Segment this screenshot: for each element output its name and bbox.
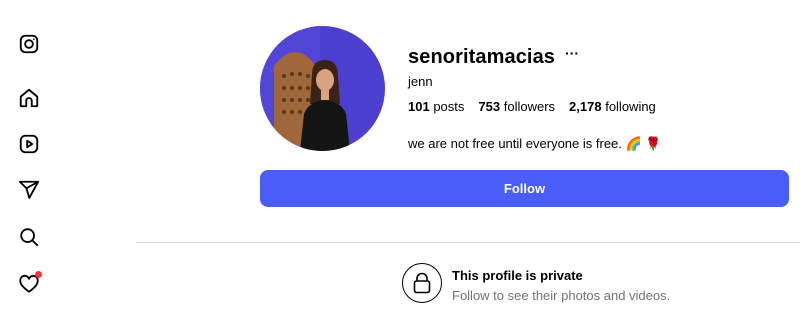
followers-label: followers bbox=[503, 99, 556, 114]
send-icon[interactable] bbox=[17, 178, 41, 202]
posts-count: 101 bbox=[408, 99, 430, 114]
followers-stat[interactable]: 753 followers bbox=[478, 99, 555, 114]
username-row: senoritamacias ··· bbox=[408, 44, 798, 70]
sidebar bbox=[0, 0, 58, 316]
private-title: This profile is private bbox=[452, 268, 583, 283]
following-count: 2,178 bbox=[569, 99, 602, 114]
divider bbox=[136, 242, 800, 243]
private-subtitle: Follow to see their photos and videos. bbox=[452, 288, 671, 303]
bio: we are not free until everyone is free. … bbox=[408, 136, 662, 151]
lock-icon bbox=[402, 263, 442, 303]
followers-count: 753 bbox=[478, 99, 501, 114]
posts-label: posts bbox=[433, 99, 465, 114]
profile-stats: 101 posts 753 followers 2,178 following bbox=[408, 99, 798, 114]
home-icon[interactable] bbox=[17, 86, 41, 110]
following-label: following bbox=[605, 99, 656, 114]
search-icon[interactable] bbox=[17, 225, 41, 249]
profile-info: senoritamacias ··· jenn 101 posts 753 fo… bbox=[408, 44, 798, 152]
following-stat[interactable]: 2,178 following bbox=[569, 99, 656, 114]
full-name: jenn bbox=[408, 74, 433, 89]
profile-page: senoritamacias ··· jenn 101 posts 753 fo… bbox=[0, 0, 800, 316]
profile-avatar[interactable] bbox=[260, 26, 385, 151]
follow-button[interactable]: Follow bbox=[260, 170, 789, 207]
heart-icon[interactable] bbox=[17, 271, 42, 296]
username: senoritamacias bbox=[408, 45, 556, 68]
notification-dot bbox=[35, 271, 42, 278]
instagram-icon[interactable] bbox=[17, 32, 41, 56]
reels-icon[interactable] bbox=[17, 132, 41, 156]
more-options-button[interactable]: ··· bbox=[565, 46, 579, 60]
posts-stat: 101 posts bbox=[408, 99, 464, 114]
